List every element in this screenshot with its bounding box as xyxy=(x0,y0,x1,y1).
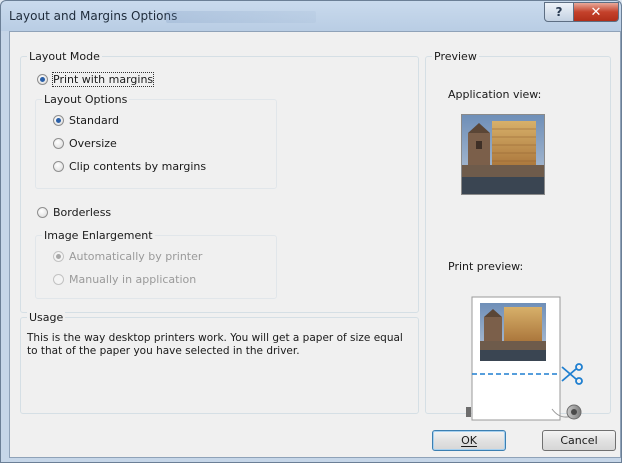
radio-indicator xyxy=(37,74,48,85)
dialog-window: Layout and Margins Options ? ✕ Layout Mo… xyxy=(0,0,622,463)
print-preview-label: Print preview: xyxy=(448,260,524,273)
close-icon: ✕ xyxy=(590,4,602,20)
usage-label: Usage xyxy=(27,311,66,324)
preview-group: Preview Application view: Print preview: xyxy=(425,50,611,421)
preview-label: Preview xyxy=(432,50,479,63)
radio-label: Print with margins xyxy=(51,72,155,87)
cancel-button[interactable]: Cancel xyxy=(542,430,616,451)
application-view-image xyxy=(461,114,545,195)
radio-indicator xyxy=(53,115,64,126)
image-enlargement-label: Image Enlargement xyxy=(42,229,155,242)
ok-button[interactable]: OK xyxy=(432,430,506,451)
radio-label: Borderless xyxy=(53,206,112,219)
print-preview-illustration xyxy=(466,296,583,421)
usage-description: This is the way desktop printers work. Y… xyxy=(27,332,403,357)
radio-indicator xyxy=(53,138,64,149)
layout-options-label: Layout Options xyxy=(42,93,130,106)
clip-contents-radio[interactable]: Clip contents by margins xyxy=(53,160,206,173)
auto-by-printer-radio[interactable]: Automatically by printer xyxy=(53,250,202,263)
radio-label: Standard xyxy=(69,114,120,127)
application-view-label: Application view: xyxy=(448,88,542,101)
layout-mode-label: Layout Mode xyxy=(27,50,102,63)
radio-indicator xyxy=(37,207,48,218)
dialog-client-area: Layout Mode Print with margins Layout Op… xyxy=(9,31,621,458)
radio-label: Manually in application xyxy=(69,273,197,286)
radio-indicator xyxy=(53,161,64,172)
radio-indicator xyxy=(53,274,64,285)
help-button[interactable]: ? xyxy=(544,2,574,22)
print-preview-photo xyxy=(480,303,546,361)
radio-label: Oversize xyxy=(69,137,117,150)
close-button[interactable]: ✕ xyxy=(573,2,619,22)
help-icon: ? xyxy=(555,5,563,19)
radio-indicator xyxy=(53,251,64,262)
manual-in-application-radio[interactable]: Manually in application xyxy=(53,273,196,286)
image-enlargement-group: Image Enlargement Automatically by print… xyxy=(35,229,277,299)
layout-mode-group: Layout Mode Print with margins Layout Op… xyxy=(20,50,419,313)
cancel-button-label: Cancel xyxy=(560,434,598,447)
scissors-icon xyxy=(561,363,583,385)
usage-group: Usage This is the way desktop printers w… xyxy=(20,311,419,414)
print-with-margins-radio[interactable]: Print with margins xyxy=(37,72,155,87)
application-view-photo xyxy=(462,115,544,194)
ok-button-label: OK xyxy=(461,434,477,447)
oversize-radio[interactable]: Oversize xyxy=(53,137,117,150)
title-bar[interactable]: Layout and Margins Options ? ✕ xyxy=(1,1,621,31)
radio-label: Clip contents by margins xyxy=(69,160,207,173)
radio-label: Automatically by printer xyxy=(69,250,203,263)
layout-options-group: Layout Options Standard Oversize Clip co… xyxy=(35,93,277,189)
borderless-radio[interactable]: Borderless xyxy=(37,206,111,219)
standard-radio[interactable]: Standard xyxy=(53,114,119,127)
window-title: Layout and Margins Options xyxy=(9,9,178,23)
title-bar-blur xyxy=(166,11,316,23)
